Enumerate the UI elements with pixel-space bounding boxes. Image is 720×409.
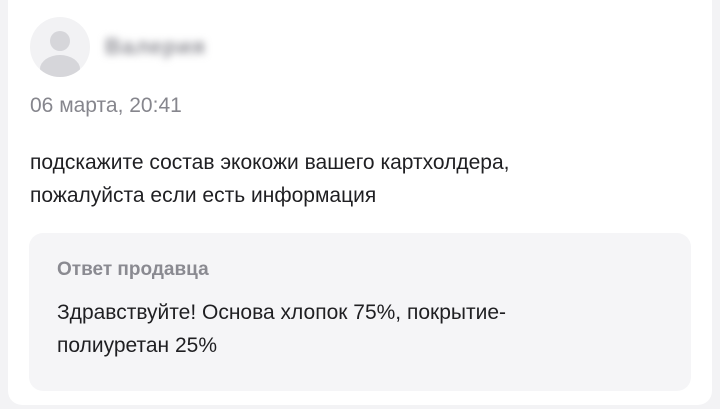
user-avatar-icon (40, 31, 80, 77)
seller-answer-title: Ответ продавца (57, 259, 209, 280)
review-text: подскажите состав экокожи вашего картхол… (30, 146, 670, 212)
avatar (30, 17, 90, 77)
seller-answer-line: Здравствуйте! Основа хлопок 75%, покрыти… (57, 301, 507, 324)
review-text-line: пожалуйста если есть информация (30, 184, 377, 207)
author-name: Валерия (105, 34, 206, 59)
seller-answer-line: полиуретан 25% (57, 334, 218, 357)
seller-answer: Ответ продавца Здравствуйте! Основа хлоп… (29, 233, 691, 391)
seller-answer-text: Здравствуйте! Основа хлопок 75%, покрыти… (57, 296, 657, 362)
review-card: Валерия 06 марта, 20:41 подскажите соста… (8, 0, 712, 405)
review-text-line: подскажите состав экокожи вашего картхол… (30, 151, 510, 174)
review-date: 06 марта, 20:41 (30, 94, 182, 117)
review-author: Валерия (30, 17, 206, 77)
